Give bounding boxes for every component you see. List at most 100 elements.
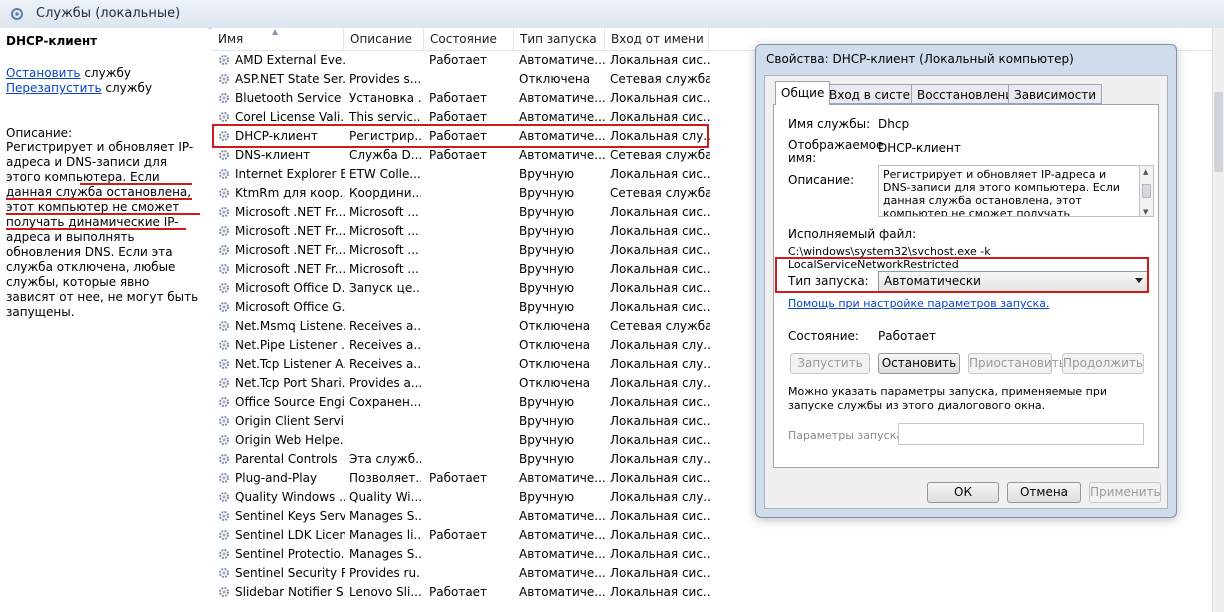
service-name-cell: Microsoft Office D... [235, 281, 345, 295]
start-params-input[interactable] [898, 423, 1144, 445]
service-status-cell: Работает [429, 585, 488, 599]
annotation-highlight-dhcp-row [212, 124, 709, 148]
scrollbar-thumb[interactable] [1214, 92, 1223, 172]
service-description-cell: Позволяет... [349, 471, 421, 485]
service-logon-cell: Локальная сис... [610, 585, 710, 599]
cancel-button[interactable]: Отмена [1007, 482, 1081, 503]
service-description-cell: Receives a... [349, 319, 421, 333]
stop-service-link[interactable]: Остановить [6, 66, 81, 80]
service-description-cell: Microsoft ... [349, 262, 419, 276]
service-logon-cell: Локальная слу... [610, 490, 710, 504]
service-startup-cell: Отключена [519, 338, 591, 352]
service-logon-cell: Локальная слу... [610, 376, 710, 390]
description-scrollbar[interactable]: ▲ ▼ [1140, 165, 1154, 217]
column-header-logon-as[interactable]: Вход от имени [605, 28, 709, 50]
service-logon-cell: Локальная сис... [610, 471, 710, 485]
service-logon-cell: Локальная слу... [610, 357, 710, 371]
service-gear-icon [219, 321, 229, 331]
service-gear-icon [219, 416, 229, 426]
service-name-cell: Microsoft .NET Fr... [235, 243, 345, 257]
ok-button[interactable]: ОК [927, 482, 999, 503]
service-description-cell: Служба D... [349, 148, 421, 162]
service-startup-cell: Вручную [519, 452, 575, 466]
column-header-description[interactable]: Описание [344, 28, 424, 50]
service-logon-cell: Локальная сис... [610, 205, 710, 219]
start-service-button[interactable]: Запустить [790, 353, 870, 374]
table-row[interactable]: Sentinel Protectio... Manages S... Автомат… [212, 545, 1212, 564]
scroll-up-icon[interactable]: ▲ [1143, 168, 1148, 176]
service-description-cell: Сохранен... [349, 395, 421, 409]
service-logon-cell: Локальная сис... [610, 91, 710, 105]
service-description-cell: Manages S... [349, 509, 421, 523]
description-textbox[interactable]: Регистрирует и обновляет IP-адреса и DNS… [878, 165, 1140, 217]
executable-label: Исполняемый файл: [788, 227, 917, 241]
scroll-thumb[interactable] [1142, 184, 1151, 198]
service-logon-cell: Сетевая служба [610, 319, 710, 333]
service-gear-icon [219, 549, 229, 559]
service-logon-cell: Сетевая служба [610, 186, 710, 200]
resume-service-button[interactable]: Продолжить [1062, 353, 1144, 374]
service-name-value: Dhcp [878, 117, 910, 131]
status-value: Работает [878, 329, 937, 343]
service-gear-icon [219, 568, 229, 578]
service-description-cell: Receives a... [349, 357, 421, 371]
service-logon-cell: Локальная сис... [610, 547, 710, 561]
service-properties-dialog: Свойства: DHCP-клиент (Локальный компьют… [755, 44, 1177, 518]
service-name-cell: DNS-клиент [235, 148, 311, 162]
service-name-cell: AMD External Eve... [235, 53, 345, 67]
service-startup-cell: Вручную [519, 262, 575, 276]
service-name-cell: Sentinel Keys Server [235, 509, 345, 523]
display-name-label: Отображаемое имя: [788, 138, 884, 165]
service-gear-icon [219, 302, 229, 312]
service-startup-cell: Автоматиче... [519, 471, 606, 485]
service-gear-icon [219, 378, 229, 388]
service-name-cell: Sentinel Security R... [235, 566, 345, 580]
service-logon-cell: Сетевая служба [610, 72, 710, 86]
column-header-startup-type[interactable]: Тип запуска [514, 28, 605, 50]
service-description-cell: Quality Wi... [349, 490, 421, 504]
service-name-cell: Origin Client Servi... [235, 414, 345, 428]
service-name-cell: Microsoft .NET Fr... [235, 262, 345, 276]
table-row[interactable]: Sentinel Security R... Provides ru... Авто… [212, 564, 1212, 583]
scroll-down-icon[interactable]: ▼ [1143, 208, 1148, 216]
annotation-underline [6, 213, 200, 215]
service-name-cell: Bluetooth Service [235, 91, 342, 105]
service-status-cell: Работает [429, 148, 488, 162]
restart-service-link[interactable]: Перезапустить [6, 81, 102, 95]
tab-dependencies[interactable]: Зависимости [1008, 84, 1103, 104]
services-list-scrollbar[interactable] [1212, 28, 1224, 612]
service-logon-cell: Локальная сис... [610, 528, 710, 542]
service-startup-cell: Отключена [519, 357, 591, 371]
status-label: Состояние: [788, 329, 859, 343]
table-row[interactable]: Slidebar Notifier S... Lenovo Sli... Работ… [212, 583, 1212, 602]
service-gear-icon [219, 587, 229, 597]
service-startup-cell: Автоматиче... [519, 91, 606, 105]
column-header-name[interactable]: Имя [212, 28, 344, 50]
service-logon-cell: Локальная сис... [610, 281, 710, 295]
service-name-cell: Parental Controls [235, 452, 338, 466]
column-header-status[interactable]: Состояние [424, 28, 514, 50]
service-gear-icon [219, 397, 229, 407]
service-gear-icon [219, 359, 229, 369]
service-gear-icon [219, 226, 229, 236]
startup-help-link[interactable]: Помощь при настройке параметров запуска. [788, 297, 1049, 310]
tab-general[interactable]: Общие [775, 81, 831, 105]
service-logon-cell: Локальная сис... [610, 167, 710, 181]
service-name-cell: Microsoft .NET Fr... [235, 224, 345, 238]
service-logon-cell: Локальная сис... [610, 262, 710, 276]
annotation-underline [6, 228, 186, 230]
service-startup-cell: Автоматиче... [519, 547, 606, 561]
service-name-cell: Sentinel LDK Licen... [235, 528, 345, 542]
table-row[interactable]: Sentinel LDK Licen... Manages li... Работа… [212, 526, 1212, 545]
stop-service-button[interactable]: Остановить [878, 353, 960, 374]
service-logon-cell: Сетевая служба [610, 148, 710, 162]
apply-button[interactable]: Применить [1089, 482, 1161, 503]
service-name-cell: Microsoft Office G... [235, 300, 345, 314]
service-gear-icon [219, 150, 229, 160]
service-status-cell: Работает [429, 53, 488, 67]
service-logon-cell: Локальная сис... [610, 395, 710, 409]
description-text: Регистрирует и обновляет IP-адреса и DNS… [6, 140, 199, 319]
service-gear-icon [219, 55, 229, 65]
service-logon-cell: Локальная сис... [610, 300, 710, 314]
pause-service-button[interactable]: Приостановить [968, 353, 1066, 374]
